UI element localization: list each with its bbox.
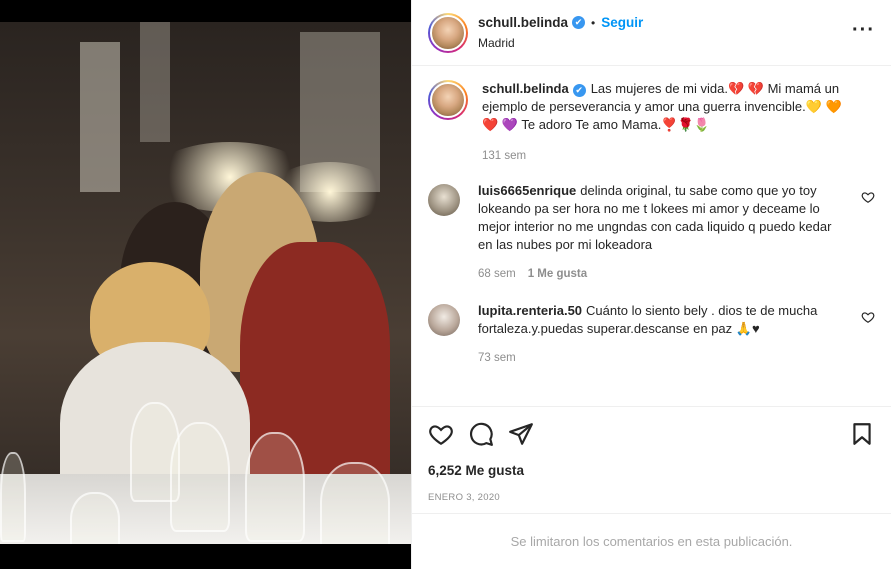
comment-likes[interactable]: 1 Me gusta xyxy=(528,268,587,280)
verified-badge-icon: ✔ xyxy=(572,16,586,29)
comment-time[interactable]: 73 sem xyxy=(478,352,516,364)
like-heart-icon[interactable] xyxy=(428,421,454,447)
commenter-username[interactable]: lupita.renteria.50 xyxy=(478,303,582,318)
caption-username[interactable]: schull.belinda xyxy=(482,81,569,96)
actions-area: 6,252 Me gusta ENERO 3, 2020 xyxy=(412,406,891,513)
commenter-username[interactable]: luis6665enrique xyxy=(478,183,576,198)
like-comment-heart-icon[interactable] xyxy=(861,190,875,204)
post-date[interactable]: ENERO 3, 2020 xyxy=(428,492,875,503)
comment-time[interactable]: 68 sem xyxy=(478,268,516,280)
save-bookmark-icon[interactable] xyxy=(849,421,875,447)
likes-count[interactable]: 6,252 Me gusta xyxy=(428,463,875,478)
comment-bubble-icon[interactable] xyxy=(468,421,494,447)
post-header: schull.belinda ✔ • Seguir Madrid ··· xyxy=(412,0,891,66)
comments-section[interactable]: schull.belinda ✔ Las mujeres de mi vida.💔 … xyxy=(412,66,891,406)
post-location[interactable]: Madrid xyxy=(478,36,643,50)
author-avatar[interactable] xyxy=(428,12,468,53)
separator-dot: • xyxy=(591,15,596,30)
comments-limited-notice: Se limitaron los comentarios en esta pub… xyxy=(412,513,891,569)
photo-pane xyxy=(0,0,411,569)
comment-item: luis6665enrique delinda original, tu sabe… xyxy=(428,182,875,280)
caption-avatar[interactable] xyxy=(428,80,468,120)
follow-button[interactable]: Seguir xyxy=(601,15,643,30)
caption: schull.belinda ✔ Las mujeres de mi vida.💔 … xyxy=(428,80,875,162)
post-sidebar: schull.belinda ✔ • Seguir Madrid ··· sch… xyxy=(411,0,891,569)
like-comment-heart-icon[interactable] xyxy=(861,310,875,324)
verified-badge-icon: ✔ xyxy=(572,83,586,97)
commenter-avatar[interactable] xyxy=(428,184,460,216)
caption-time[interactable]: 131 sem xyxy=(482,150,526,162)
author-username[interactable]: schull.belinda xyxy=(478,15,568,30)
commenter-avatar[interactable] xyxy=(428,304,460,336)
action-bar xyxy=(428,407,875,461)
comment-item: lupita.renteria.50 Cuánto lo siento bely … xyxy=(428,302,875,364)
share-paper-plane-icon[interactable] xyxy=(508,421,534,447)
post-modal: schull.belinda ✔ • Seguir Madrid ··· sch… xyxy=(0,0,891,569)
post-photo[interactable] xyxy=(0,22,411,544)
more-options-icon[interactable]: ··· xyxy=(852,20,875,40)
